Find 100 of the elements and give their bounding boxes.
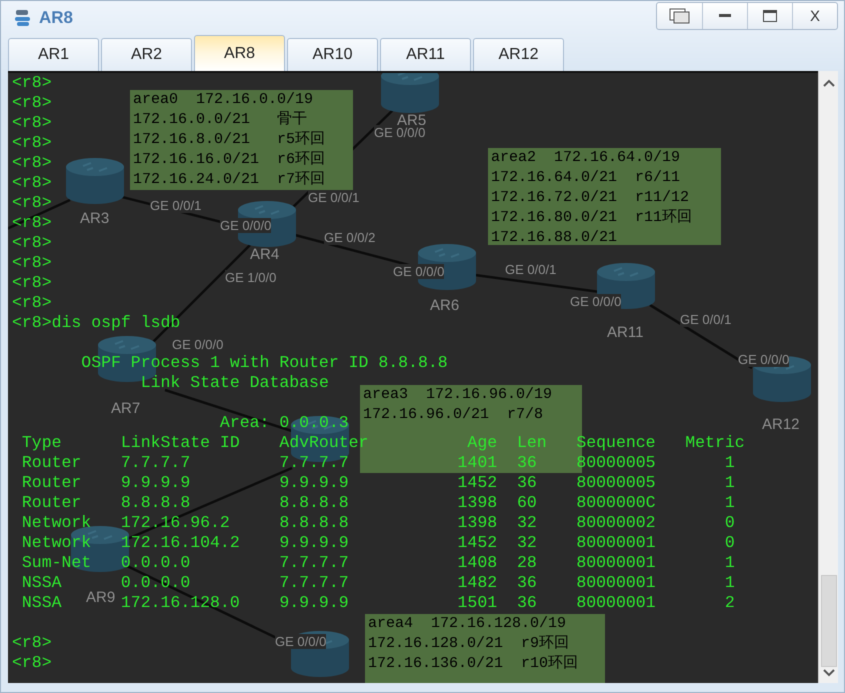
router-icon [380,73,440,114]
command-text: <r8>dis ospf lsdb [12,313,180,332]
maximize-icon [763,10,777,22]
table-cell: 9.9.9.9 [279,473,349,493]
table-cell: 8.8.8.8 [279,493,349,513]
table-cell: 1 [724,573,735,593]
router-label: AR7 [111,401,140,416]
table-cell: 1482 [458,573,498,593]
table-cell: 172.16.128.0 [120,593,240,613]
tab[interactable]: AR11 [380,38,471,71]
note-line: 172.16.64.0/21 r6/11 [491,168,682,188]
note-line: area3 172.16.96.0/19 [363,385,554,405]
note-line: area4 172.16.128.0/19 [368,614,568,634]
note-line: 172.16.72.0/21 r11/12 [491,188,690,208]
interface-label: GE 0/0/1 [680,312,732,327]
interface-label: GE 0/0/0 [570,294,622,309]
table-cell: 1 [724,553,735,573]
prompt-text: <r8> [12,233,52,252]
note-line: 172.16.128.0/21 r9环回 [368,634,570,654]
table-cell: 0.0.0.0 [120,573,190,593]
table-cell: 1 [724,493,735,513]
table-cell: 1398 [458,513,498,533]
table-cell: NSSA [22,593,62,613]
column-header: LinkState ID [120,433,240,453]
scrollbar[interactable] [818,71,838,683]
output-text: Area: 0.0.0.3 [220,413,349,432]
column-header: Age [467,433,498,453]
table-cell: 0 [724,533,735,553]
table-cell: 60 [516,493,537,513]
table-cell: 1398 [458,493,498,513]
table-cell: 9.9.9.9 [279,593,349,613]
output-text: Link State Database [140,373,329,392]
router-icon [65,157,125,205]
interface-label: GE 0/0/0 [172,337,224,352]
table-cell: 8.8.8.8 [279,513,349,533]
router-label: AR11 [607,325,644,340]
scrollbar-thumb[interactable] [820,575,836,667]
interface-label: GE 0/0/0 [738,352,790,367]
note-line: 172.16.96.0/21 r7/8 [363,405,544,425]
tab[interactable]: AR10 [287,38,378,71]
table-cell: 80000001 [576,593,656,613]
table-cell: 1408 [458,553,498,573]
table-cell: 1 [724,473,735,493]
table-cell: 8000000C [576,493,656,513]
prompt-text: <r8> [12,113,52,132]
table-cell: 32 [516,533,537,553]
table-cell: 8.8.8.8 [120,493,190,513]
prompt-text: <r8> [12,293,52,312]
output-text: OSPF Process 1 with Router ID 8.8.8.8 [81,353,448,372]
table-cell: 36 [516,573,537,593]
router-label: AR3 [80,211,110,226]
table-cell: 1501 [458,593,498,613]
tab[interactable]: AR1 [8,38,99,71]
window-title: AR8 [39,8,74,28]
prompt-text: <r8> [12,633,52,652]
table-cell: 1452 [458,473,498,493]
prompt-text: <r8> [12,73,52,92]
prompt-text: <r8> [12,653,52,672]
note-line: area0 172.16.0.0/19 [133,90,314,110]
note-line: 172.16.16.0/21 r6环回 [133,150,326,170]
tab[interactable]: AR2 [101,38,192,71]
router-label: AR9 [86,590,116,605]
tab[interactable]: AR8 [194,35,285,71]
note-line: 172.16.80.0/21 r11环回 [491,208,694,228]
table-cell: Network [22,513,92,533]
prompt-text: <r8> [12,253,52,272]
table-cell: 1401 [458,453,498,473]
windows-icon [668,8,690,24]
table-cell: 7.7.7.7 [279,573,349,593]
interface-label: GE 0/0/1 [505,262,556,277]
note-line: 172.16.88.0/21 [491,228,618,248]
note-line: area2 172.16.64.0/19 [491,148,682,168]
router-label: AR6 [430,298,460,313]
table-cell: 80000001 [576,553,656,573]
prompt-text: <r8> [12,173,52,192]
interface-label: GE 0/0/0 [374,125,426,140]
table-cell: 36 [516,453,537,473]
table-cell: Router [22,473,82,493]
tab[interactable]: AR12 [473,38,564,71]
table-cell: Router [22,493,82,513]
table-cell: 172.16.96.2 [120,513,230,533]
interface-label: GE 0/0/1 [150,198,202,213]
column-header: Type [22,433,62,453]
table-cell: 80000002 [576,513,656,533]
table-cell: 172.16.104.2 [120,533,240,553]
prompt-text: <r8> [12,153,52,172]
table-cell: 2 [724,593,735,613]
table-cell: 80000001 [576,533,656,553]
interface-label: GE 1/0/0 [225,270,276,285]
prompt-text: <r8> [12,133,52,152]
interface-label: GE 0/0/0 [275,634,326,649]
prompt-text: <r8> [12,93,52,112]
table-cell: 80000005 [576,473,656,493]
table-cell: 28 [516,553,537,573]
table-cell: 36 [516,593,537,613]
minimize-icon [719,14,731,18]
table-cell: 7.7.7.7 [279,453,349,473]
prompt-text: <r8> [12,193,52,212]
interface-label: GE 0/0/1 [308,190,360,205]
prompt-text: <r8> [12,273,52,292]
